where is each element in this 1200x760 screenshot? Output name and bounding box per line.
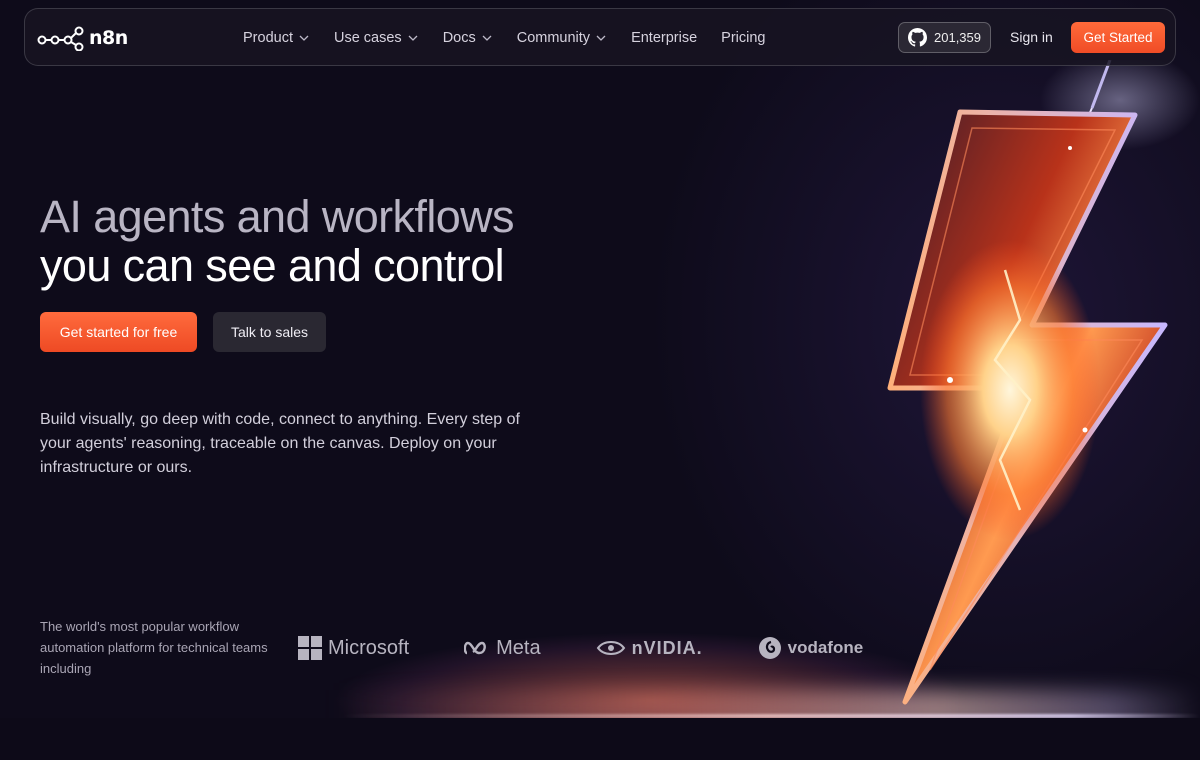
menu-item-pricing[interactable]: Pricing <box>721 30 765 46</box>
menu-item-label: Product <box>243 30 293 46</box>
n8n-logo-icon <box>37 26 84 51</box>
menu-item-label: Use cases <box>333 30 402 46</box>
menu-item-label: Enterprise <box>631 30 698 46</box>
nvidia-logo: nVIDIA. <box>596 638 703 659</box>
logo-text: n8n <box>89 27 128 49</box>
headline-line-1: AI agents and workflows <box>40 191 515 242</box>
menu-item-enterprise[interactable]: Enterprise <box>631 30 697 46</box>
nvidia-eye-icon <box>596 641 625 655</box>
menu-item-community[interactable]: Community <box>517 30 607 46</box>
brand-label: Meta <box>496 636 541 659</box>
vodafone-icon <box>758 637 781 659</box>
hero-headline: AI agents and workflows you can see and … <box>40 191 515 291</box>
bottom-band <box>0 718 1200 760</box>
n8n-logo[interactable]: n8n <box>37 25 128 51</box>
get-started-button[interactable]: Get Started <box>1071 22 1165 53</box>
menu-item-label: Pricing <box>721 30 766 46</box>
menu-item-label: Docs <box>442 30 476 46</box>
vodafone-logo: vodafone <box>758 636 864 660</box>
chevron-down-icon <box>408 35 418 41</box>
sign-in-link[interactable]: Sign in <box>1010 29 1053 45</box>
top-navbar: n8n Product Use cases Docs Community Ent… <box>24 8 1176 66</box>
github-star-count: 201,359 <box>934 30 981 45</box>
brand-label: Microsoft <box>328 636 410 659</box>
chevron-down-icon <box>482 35 492 41</box>
get-started-free-button[interactable]: Get started for free <box>40 312 197 352</box>
meta-infinity-icon <box>464 641 486 655</box>
trust-text: The world's most popular workflow automa… <box>40 619 268 676</box>
talk-to-sales-button[interactable]: Talk to sales <box>213 312 326 352</box>
github-stars-button[interactable]: 201,359 <box>898 22 991 53</box>
hero-description: Build visually, go deep with code, conne… <box>40 411 520 476</box>
menu-item-label: Community <box>516 30 591 46</box>
main-menu: Product Use cases Docs Community Enterpr… <box>243 9 789 67</box>
brand-label: vodafone <box>787 638 864 657</box>
menu-item-product[interactable]: Product <box>243 30 310 46</box>
chevron-down-icon <box>299 35 309 41</box>
microsoft-logo: Microsoft <box>298 636 409 660</box>
customer-logos: Microsoft Meta nVIDIA. vodafone <box>298 628 918 668</box>
menu-item-docs[interactable]: Docs <box>443 30 493 46</box>
chevron-down-icon <box>596 35 606 41</box>
page: n8n Product Use cases Docs Community Ent… <box>0 0 1200 760</box>
microsoft-windows-icon <box>298 636 322 660</box>
brand-label: nVIDIA. <box>631 637 703 658</box>
headline-line-2: you can see and control <box>40 240 505 291</box>
lightning-bolt-illustration <box>887 60 1200 705</box>
menu-item-use-cases[interactable]: Use cases <box>334 30 419 46</box>
meta-logo: Meta <box>464 636 541 660</box>
github-icon <box>908 28 927 47</box>
